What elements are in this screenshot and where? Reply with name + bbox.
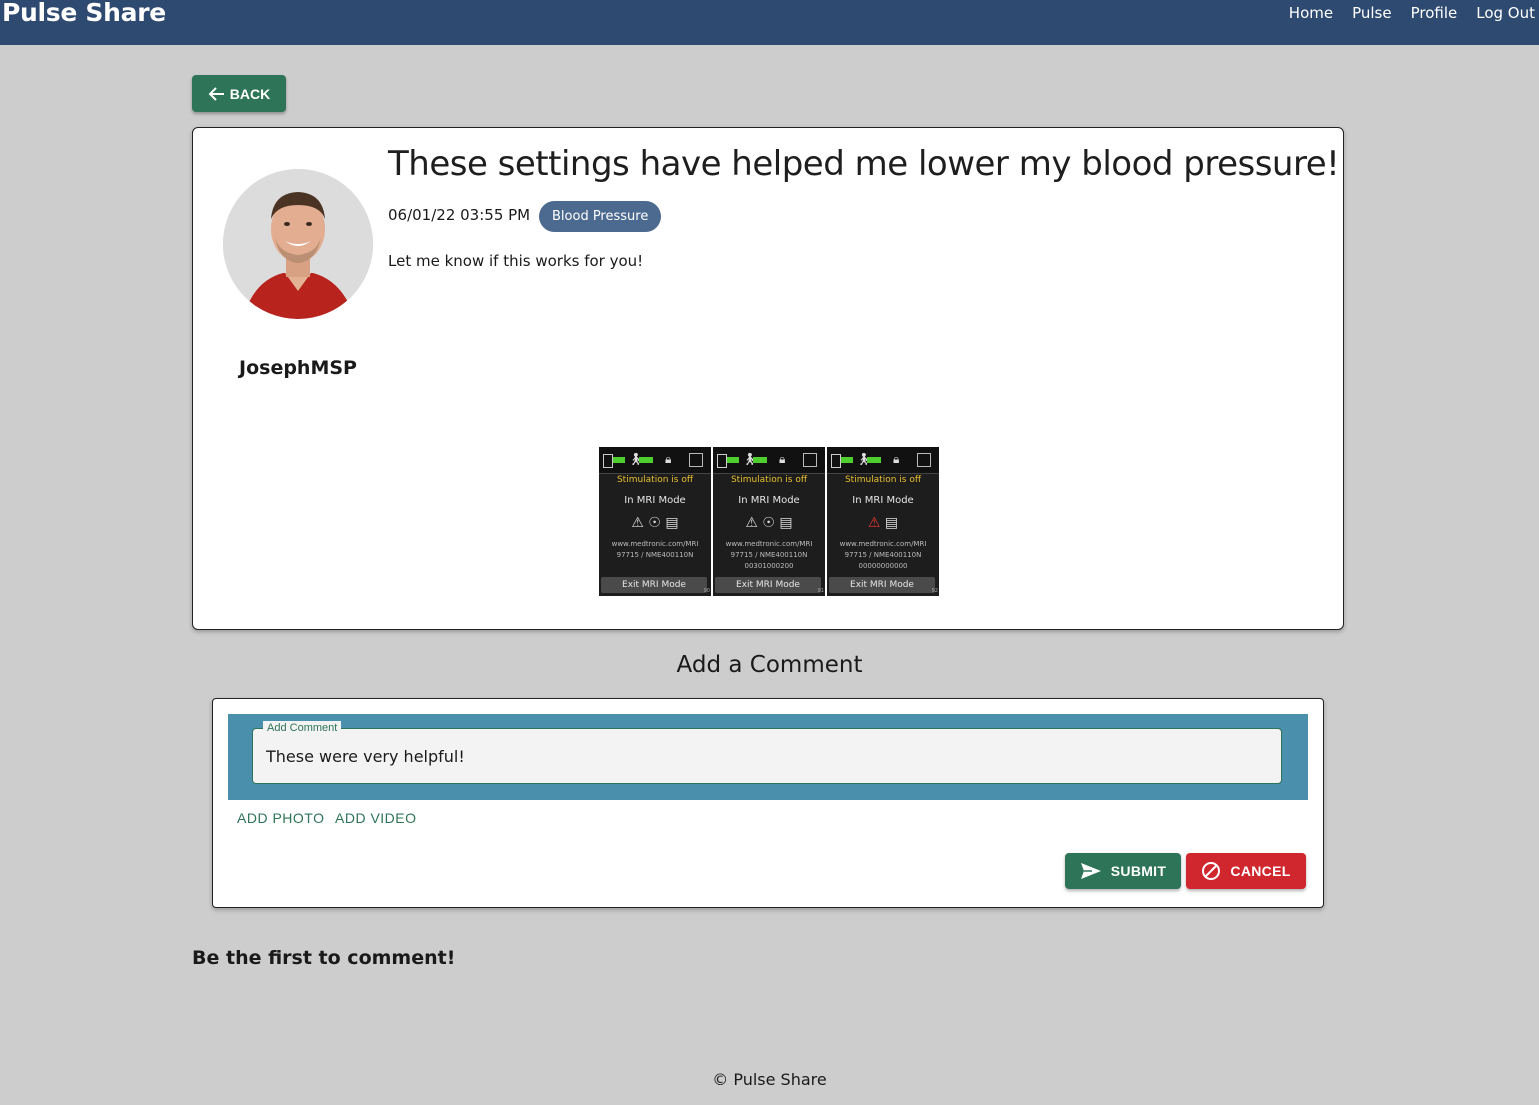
- submit-button[interactable]: SUBMIT: [1065, 853, 1181, 889]
- device-info: www.medtronic.com/MRI 97715 / NME400110N…: [713, 539, 825, 572]
- nav-profile[interactable]: Profile: [1411, 4, 1458, 22]
- empty-comments-message: Be the first to comment!: [192, 947, 456, 969]
- signal-bar-icon: [639, 457, 653, 463]
- comment-field[interactable]: Add Comment: [252, 721, 1282, 784]
- footer: © Pulse Share: [712, 1070, 827, 1089]
- author-avatar[interactable]: [223, 169, 373, 319]
- cancel-button-label: CANCEL: [1230, 863, 1291, 879]
- battery-icon: [831, 454, 841, 468]
- nav-home[interactable]: Home: [1289, 4, 1333, 22]
- device-status-bar: 🚶︎ 🔒︎: [713, 447, 825, 474]
- signal-bar-icon: [727, 457, 739, 463]
- page-number: 90: [703, 588, 710, 594]
- device-model: 97715 / NME400110N: [730, 551, 808, 559]
- send-icon: [1080, 863, 1101, 879]
- device-serial: 00301000200: [744, 562, 794, 570]
- comment-input[interactable]: [266, 747, 1256, 766]
- lock-icon: 🔒︎: [779, 452, 786, 466]
- mri-mode-label: In MRI Mode: [852, 495, 914, 506]
- comment-input-container: Add Comment: [228, 714, 1308, 800]
- main-nav: Home Pulse Profile Log Out: [1270, 4, 1535, 22]
- device-url: www.medtronic.com/MRI: [725, 540, 813, 548]
- arrow-left-icon: [208, 86, 224, 101]
- avatar-photo: [223, 169, 373, 319]
- exit-mri-button: Exit MRI Mode: [715, 577, 821, 593]
- warning-icon: ⚠ ☉ ▤: [745, 515, 793, 531]
- menu-icon: [689, 453, 703, 467]
- lock-icon: 🔒︎: [893, 452, 900, 466]
- device-serial: 00000000000: [858, 562, 908, 570]
- author-username[interactable]: JosephMSP: [193, 357, 403, 379]
- mri-mode-label: In MRI Mode: [624, 495, 686, 506]
- top-navbar: Pulse Share Home Pulse Profile Log Out: [0, 0, 1539, 45]
- warning-icon: ⚠ ☉ ▤: [631, 515, 679, 531]
- device-model: 97715 / NME400110N: [616, 551, 694, 559]
- post-tag-chip[interactable]: Blood Pressure: [539, 201, 662, 232]
- post-date: 06/01/22 03:55 PM: [388, 206, 531, 224]
- menu-icon: [917, 453, 931, 467]
- alert-icon: ⚠ ▤: [867, 515, 899, 531]
- battery-icon: [603, 454, 613, 468]
- stimulation-status: Stimulation is off: [616, 475, 694, 485]
- signal-bar-icon: [867, 457, 881, 463]
- add-video-button[interactable]: ADD VIDEO: [335, 810, 417, 826]
- device-url: www.medtronic.com/MRI: [839, 540, 927, 548]
- device-model: 97715 / NME400110N: [844, 551, 922, 559]
- device-status-bar: 🚶︎ 🔒︎: [827, 447, 939, 474]
- post-body: Let me know if this works for you!: [388, 252, 644, 270]
- back-button-label: BACK: [229, 85, 271, 102]
- page-number: 91: [817, 588, 824, 594]
- post-card: JosephMSP These settings have helped me …: [192, 127, 1344, 630]
- cancel-button[interactable]: CANCEL: [1186, 853, 1306, 889]
- add-comment-heading: Add a Comment: [676, 652, 863, 678]
- block-icon: [1202, 862, 1221, 880]
- comment-form-card: Add Comment ADD PHOTO ADD VIDEO SUBMIT C…: [212, 698, 1324, 908]
- mri-mode-label: In MRI Mode: [738, 495, 800, 506]
- add-photo-button[interactable]: ADD PHOTO: [237, 810, 324, 826]
- signal-bar-icon: [753, 457, 767, 463]
- stimulation-status: Stimulation is off: [730, 475, 808, 485]
- lock-icon: 🔒︎: [665, 452, 672, 466]
- menu-icon: [803, 453, 817, 467]
- device-screenshot[interactable]: 🚶︎ 🔒︎ Stimulation is off In MRI Mode ⚠ ☉…: [599, 447, 711, 596]
- exit-mri-button: Exit MRI Mode: [829, 577, 935, 593]
- brand-logo[interactable]: Pulse Share: [2, 0, 166, 27]
- back-button[interactable]: BACK: [192, 75, 286, 112]
- device-screenshot[interactable]: 🚶︎ 🔒︎ Stimulation is off In MRI Mode ⚠ ▤…: [827, 447, 939, 596]
- post-image-gallery[interactable]: 🚶︎ 🔒︎ Stimulation is off In MRI Mode ⚠ ☉…: [599, 447, 939, 596]
- nav-log-out[interactable]: Log Out: [1476, 4, 1535, 22]
- post-title: These settings have helped me lower my b…: [388, 144, 1340, 184]
- signal-bar-icon: [613, 457, 625, 463]
- battery-icon: [717, 454, 727, 468]
- device-info: www.medtronic.com/MRI 97715 / NME400110N…: [827, 539, 939, 572]
- device-info: www.medtronic.com/MRI 97715 / NME400110N: [599, 539, 711, 561]
- exit-mri-button: Exit MRI Mode: [601, 577, 707, 593]
- page-number: 92: [931, 588, 938, 594]
- device-url: www.medtronic.com/MRI: [611, 540, 699, 548]
- nav-pulse[interactable]: Pulse: [1352, 4, 1392, 22]
- stimulation-status: Stimulation is off: [844, 475, 922, 485]
- device-screenshot[interactable]: 🚶︎ 🔒︎ Stimulation is off In MRI Mode ⚠ ☉…: [713, 447, 825, 596]
- comment-field-label: Add Comment: [263, 721, 342, 735]
- signal-bar-icon: [841, 457, 853, 463]
- device-status-bar: 🚶︎ 🔒︎: [599, 447, 711, 474]
- submit-button-label: SUBMIT: [1110, 863, 1167, 879]
